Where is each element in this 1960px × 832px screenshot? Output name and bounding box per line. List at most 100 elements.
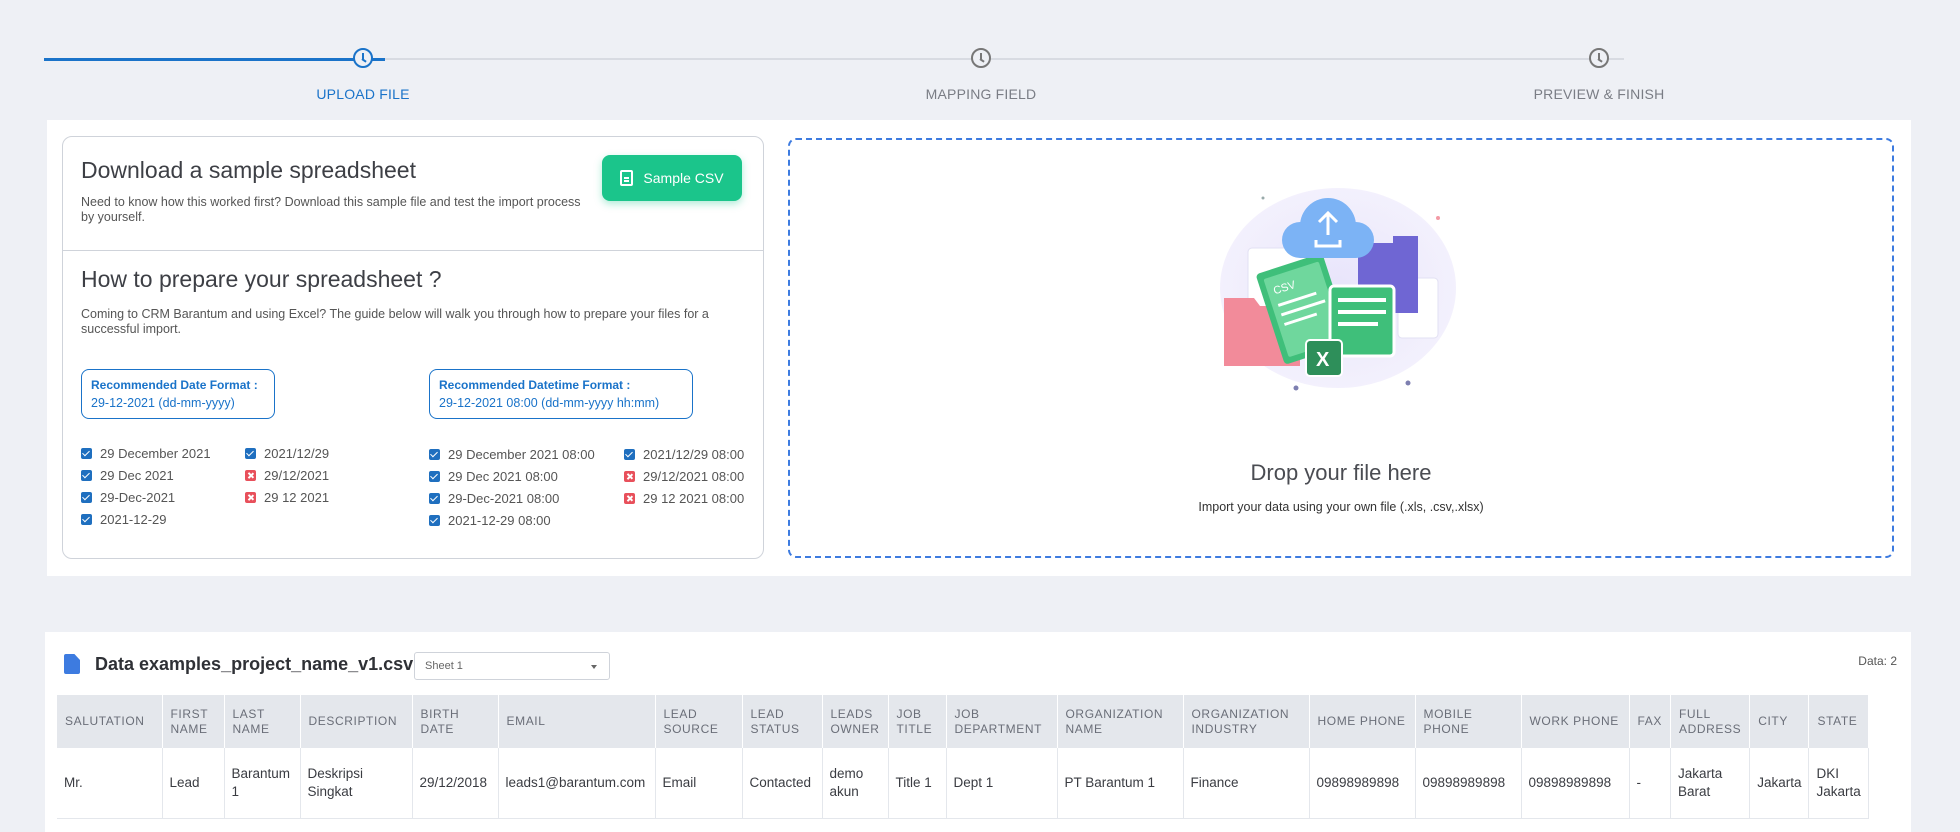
column-header: LEAD STATUS (742, 695, 823, 748)
format-example: 29 December 2021 (81, 442, 211, 464)
datetime-examples-col1: 29 December 2021 08:00 29 Dec 2021 08:00… (429, 443, 595, 531)
format-example: 29 12 2021 (245, 486, 329, 508)
column-header: FAX (1629, 695, 1671, 748)
table-cell: Finance (1183, 748, 1310, 819)
column-header: MOBILE PHONE (1415, 695, 1522, 748)
prepare-title: How to prepare your spreadsheet ? (81, 266, 442, 292)
data-table: SALUTATION FIRST NAME LAST NAME DESCRIPT… (57, 695, 1869, 819)
table-cell: Title 1 (888, 748, 947, 819)
datetime-format-title: Recommended Datetime Format : (439, 378, 631, 392)
format-example: 29/12/2021 (245, 464, 329, 486)
check-icon (429, 448, 440, 460)
column-header: LEADS OWNER (822, 695, 889, 748)
date-examples-col2: 2021/12/29 29/12/2021 29 12 2021 (245, 442, 329, 508)
import-stepper: UPLOAD FILE MAPPING FIELD PREVIEW & FINI… (22, 22, 1910, 120)
document-icon (620, 170, 634, 186)
upload-panel: Download a sample spreadsheet Need to kn… (47, 120, 1911, 576)
format-example-text: 29-Dec-2021 (100, 489, 176, 505)
format-example-text: 2021/12/29 (264, 445, 330, 461)
format-example: 2021/12/29 (245, 442, 329, 464)
table-cell: Jakarta (1749, 748, 1810, 819)
format-example-text: 29 December 2021 (100, 445, 211, 461)
excel-badge-label: X (1316, 349, 1330, 371)
check-icon (81, 469, 92, 481)
column-header: CITY (1749, 695, 1810, 748)
sample-title: Download a sample spreadsheet (81, 157, 416, 183)
cross-icon (624, 470, 635, 482)
table-cell: - (1629, 748, 1671, 819)
format-example: 29 Dec 2021 (81, 464, 211, 486)
check-icon (624, 448, 635, 460)
format-example: 29 Dec 2021 08:00 (429, 465, 595, 487)
format-example-text: 29/12/2021 08:00 (643, 468, 745, 484)
format-example-text: 2021/12/29 08:00 (643, 446, 745, 462)
date-format-title: Recommended Date Format : (91, 378, 258, 392)
sheet-select[interactable]: Sheet 1 (414, 652, 610, 680)
table-cell: 09898989898 (1309, 748, 1416, 819)
column-header: JOB DEPARTMENT (946, 695, 1058, 748)
table-cell: Dept 1 (946, 748, 1058, 819)
data-count: Data: 2 (1858, 654, 1897, 668)
format-example: 29 12 2021 08:00 (624, 487, 744, 509)
table-cell: demo akun (822, 748, 889, 819)
date-examples-col1: 29 December 2021 29 Dec 2021 29-Dec-2021… (81, 442, 211, 530)
step-preview-finish[interactable]: PREVIEW & FINISH (1449, 48, 1749, 102)
table-cell: leads1@barantum.com (498, 748, 656, 819)
table-cell: Email (655, 748, 743, 819)
format-example: 2021/12/29 08:00 (624, 443, 744, 465)
cross-icon (245, 469, 256, 481)
format-example-text: 2021-12-29 08:00 (448, 512, 551, 528)
format-example-text: 29 December 2021 08:00 (448, 446, 595, 462)
date-format-box: Recommended Date Format : 29-12-2021 (dd… (81, 369, 275, 419)
file-name: Data examples_project_name_v1.csv (95, 654, 414, 674)
column-header: DESCRIPTION (300, 695, 413, 748)
column-header: ORGANIZATION INDUSTRY (1183, 695, 1310, 748)
chevron-down-icon (591, 665, 597, 669)
step-label: PREVIEW & FINISH (1533, 86, 1665, 102)
format-example-text: 29-Dec-2021 08:00 (448, 490, 560, 506)
column-header: LEAD SOURCE (655, 695, 743, 748)
sample-csv-button[interactable]: Sample CSV (602, 155, 742, 201)
column-header: WORK PHONE (1521, 695, 1630, 748)
table-cell: Lead (162, 748, 225, 819)
clock-icon (353, 48, 373, 68)
step-mapping-field[interactable]: MAPPING FIELD (831, 48, 1131, 102)
format-example-text: 29 12 2021 (264, 489, 330, 505)
step-label: UPLOAD FILE (316, 86, 410, 102)
upload-illustration-icon: CSV X (1220, 188, 1456, 391)
datetime-format-box: Recommended Datetime Format : 29-12-2021… (429, 369, 693, 419)
table-cell: 09898989898 (1521, 748, 1630, 819)
column-header: FIRST NAME (162, 695, 225, 748)
format-example: 29-Dec-2021 (81, 486, 211, 508)
table-cell: PT Barantum 1 (1057, 748, 1184, 819)
column-header: HOME PHONE (1309, 695, 1416, 748)
check-icon (429, 514, 440, 526)
cross-icon (245, 491, 256, 503)
format-example: 2021-12-29 08:00 (429, 509, 595, 531)
table-row: Mr. Lead Barantum 1 Deskripsi Singkat 29… (57, 748, 1869, 819)
check-icon (81, 513, 92, 525)
format-example-text: 29 Dec 2021 (100, 467, 174, 483)
step-label: MAPPING FIELD (925, 86, 1037, 102)
table-header-row: SALUTATION FIRST NAME LAST NAME DESCRIPT… (57, 695, 1869, 748)
format-example: 29/12/2021 08:00 (624, 465, 744, 487)
check-icon (245, 447, 256, 459)
format-example: 29-Dec-2021 08:00 (429, 487, 595, 509)
file-drop-zone[interactable]: CSV X Drop your file here Import your da… (788, 138, 1894, 558)
cross-icon (624, 492, 635, 504)
format-example-text: 2021-12-29 (100, 511, 167, 527)
file-icon (64, 654, 80, 674)
check-icon (81, 447, 92, 459)
step-upload-file[interactable]: UPLOAD FILE (213, 48, 513, 102)
check-icon (81, 491, 92, 503)
column-header: ORGANIZATION NAME (1057, 695, 1184, 748)
format-example-text: 29 12 2021 08:00 (643, 490, 745, 506)
clock-icon (1589, 48, 1609, 68)
datetime-format-value: 29-12-2021 08:00 (dd-mm-yyyy hh:mm) (439, 396, 660, 410)
sheet-select-value: Sheet 1 (425, 660, 463, 672)
format-example: 29 December 2021 08:00 (429, 443, 595, 465)
column-header: FULL ADDRESS (1670, 695, 1751, 748)
table-cell: 09898989898 (1415, 748, 1522, 819)
check-icon (429, 470, 440, 482)
data-preview-panel: Data examples_project_name_v1.csv Sheet … (45, 632, 1911, 832)
